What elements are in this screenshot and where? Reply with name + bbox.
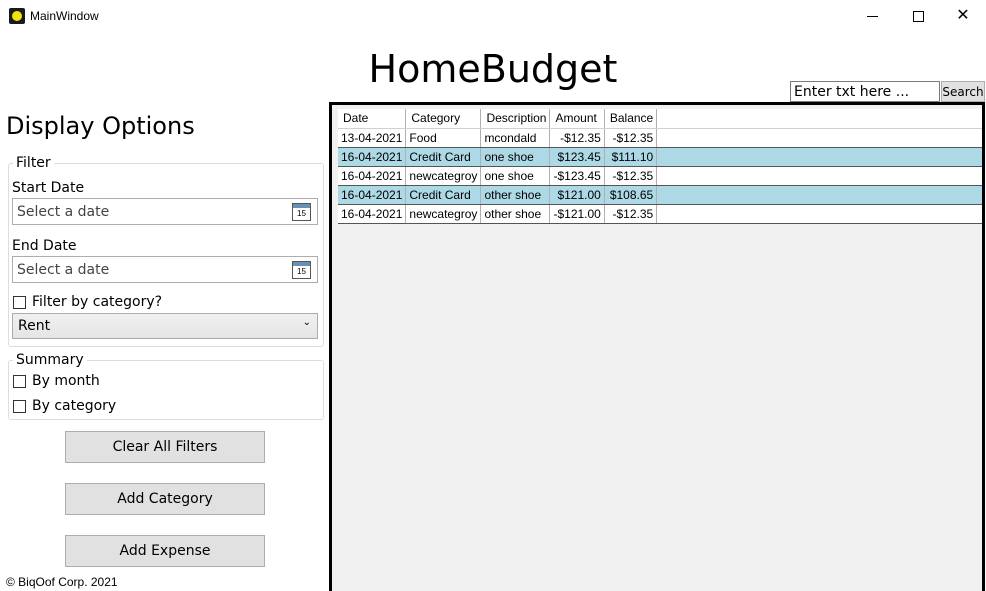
cell-date: 16-04-2021 [338, 147, 407, 167]
column-header-balance[interactable]: Balance [604, 109, 658, 129]
column-header-filler [656, 109, 982, 129]
cell-amount: -$121.00 [549, 204, 605, 224]
cell-amount: -$12.35 [549, 128, 605, 148]
by-month-row[interactable]: By month [13, 373, 100, 389]
cell-balance: $111.10 [604, 147, 658, 167]
table-row[interactable]: 16-04-2021 newcategroy other shoe -$121.… [338, 204, 982, 224]
display-options-title: Display Options [6, 112, 195, 140]
cell-balance: $108.65 [604, 185, 658, 205]
cell-category: Food [405, 128, 482, 148]
filter-by-category-row[interactable]: Filter by category? [13, 294, 162, 310]
cell-balance: -$12.35 [604, 166, 658, 186]
clear-all-filters-button[interactable]: Clear All Filters [65, 431, 265, 463]
cell-description: one shoe [480, 166, 551, 186]
minimize-button[interactable] [849, 0, 895, 32]
start-date-placeholder: Select a date [17, 204, 110, 220]
category-selected-value: Rent [18, 318, 51, 334]
cell-date: 16-04-2021 [338, 185, 407, 205]
title-bar: MainWindow ✕ [0, 0, 986, 32]
grid-header-row: Date Category Description Amount Balance [338, 109, 982, 129]
close-icon: ✕ [956, 7, 970, 24]
cell-category: Credit Card [405, 185, 482, 205]
cell-date: 13-04-2021 [338, 128, 407, 148]
minimize-icon [866, 15, 878, 17]
cell-amount: $121.00 [549, 185, 605, 205]
cell-description: other shoe [480, 185, 551, 205]
cell-balance: -$12.35 [604, 128, 658, 148]
by-month-checkbox[interactable] [13, 374, 26, 388]
by-category-checkbox[interactable] [13, 399, 26, 413]
cell-category: newcategroy [405, 166, 482, 186]
cell-filler [656, 147, 982, 167]
cell-description: other shoe [480, 204, 551, 224]
add-category-button[interactable]: Add Category [65, 483, 265, 515]
start-date-label: Start Date [12, 180, 85, 196]
cell-description: one shoe [480, 147, 551, 167]
maximize-button[interactable] [895, 0, 941, 32]
cell-amount: -$123.45 [549, 166, 605, 186]
cell-filler [656, 204, 982, 224]
cell-filler [656, 128, 982, 148]
cell-date: 16-04-2021 [338, 166, 407, 186]
calendar-icon[interactable]: 15 [292, 203, 311, 221]
expenses-table: Date Category Description Amount Balance… [338, 109, 982, 224]
cell-category: newcategroy [405, 204, 482, 224]
category-dropdown[interactable]: Rent ⌄ [12, 313, 318, 339]
start-date-picker[interactable]: Select a date 15 [12, 198, 318, 225]
filter-legend: Filter [16, 155, 51, 171]
cell-filler [656, 166, 982, 186]
end-date-label: End Date [12, 238, 77, 254]
app-icon [9, 8, 25, 24]
column-header-date[interactable]: Date [338, 109, 407, 129]
table-row[interactable]: 16-04-2021 Credit Card other shoe $121.0… [338, 185, 982, 205]
summary-legend: Summary [16, 352, 84, 368]
cell-balance: -$12.35 [604, 204, 658, 224]
search-button[interactable]: Search [941, 81, 985, 102]
cell-filler [656, 185, 982, 205]
by-month-label: By month [32, 373, 100, 389]
cell-amount: $123.45 [549, 147, 605, 167]
filter-by-category-label: Filter by category? [32, 294, 163, 310]
copyright-text: © BiqOof Corp. 2021 [6, 575, 118, 589]
by-category-label: By category [32, 398, 117, 414]
cell-category: Credit Card [405, 147, 482, 167]
table-row[interactable]: 16-04-2021 newcategroy one shoe -$123.45… [338, 166, 982, 186]
window-title: MainWindow [30, 9, 99, 23]
expenses-grid[interactable]: Date Category Description Amount Balance… [329, 102, 985, 591]
by-category-row[interactable]: By category [13, 398, 116, 414]
calendar-icon[interactable]: 15 [292, 261, 311, 279]
search-input[interactable] [790, 81, 940, 102]
close-button[interactable]: ✕ [940, 0, 986, 32]
table-row[interactable]: 13-04-2021 Food mcondald -$12.35 -$12.35 [338, 128, 982, 148]
add-expense-button[interactable]: Add Expense [65, 535, 265, 567]
column-header-description[interactable]: Description [480, 109, 551, 129]
end-date-placeholder: Select a date [17, 262, 110, 278]
cell-date: 16-04-2021 [338, 204, 407, 224]
end-date-picker[interactable]: Select a date 15 [12, 256, 318, 283]
table-row[interactable]: 16-04-2021 Credit Card one shoe $123.45 … [338, 147, 982, 167]
column-header-amount[interactable]: Amount [549, 109, 605, 129]
maximize-icon [912, 10, 924, 22]
column-header-category[interactable]: Category [405, 109, 482, 129]
filter-by-category-checkbox[interactable] [13, 295, 26, 309]
chevron-down-icon: ⌄ [302, 317, 311, 328]
cell-description: mcondald [480, 128, 551, 148]
